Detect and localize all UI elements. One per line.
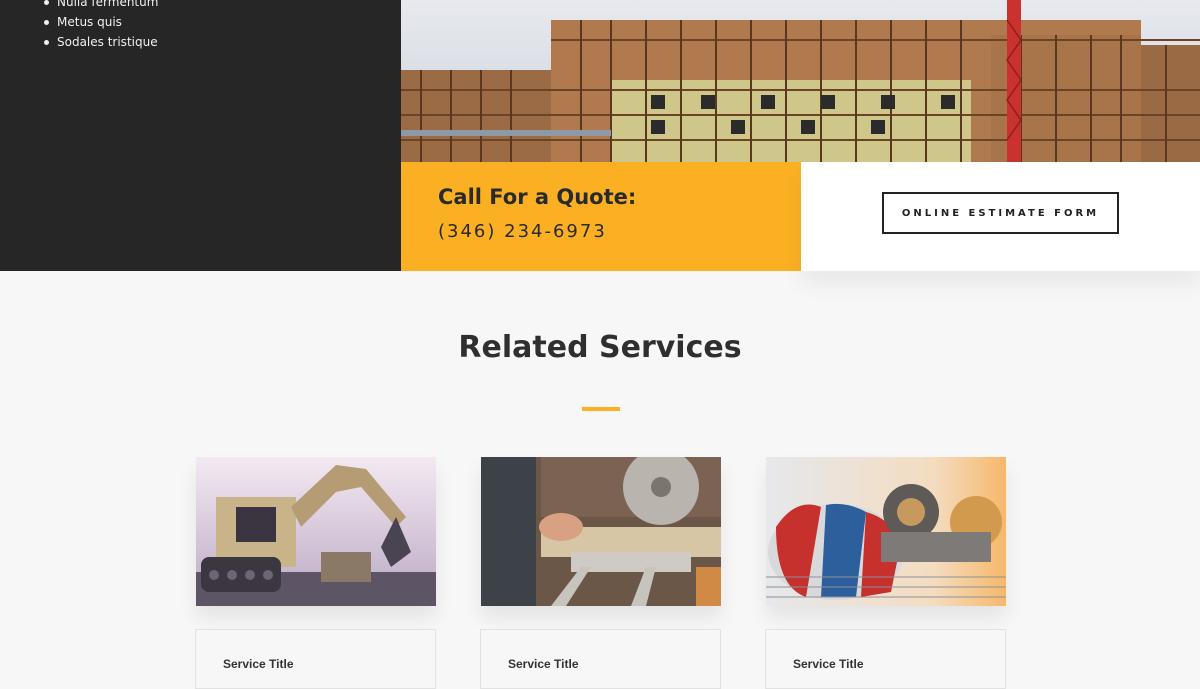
service-card-title[interactable]: Service Title	[508, 657, 579, 671]
service-card-title[interactable]: Service Title	[223, 657, 294, 671]
phone-number[interactable]: (346) 234-6973	[438, 221, 607, 242]
service-card[interactable]: Service Title	[765, 629, 1006, 689]
feature-list: Nulla fermentum Metus quis Sodales trist…	[40, 0, 158, 52]
hero-section: Nulla fermentum Metus quis Sodales trist…	[0, 0, 1200, 271]
online-estimate-form-button[interactable]: ONLINE ESTIMATE FORM	[882, 192, 1119, 234]
service-card[interactable]: Service Title	[195, 629, 436, 689]
heading-accent-divider	[582, 407, 620, 411]
feature-list-item: Metus quis	[40, 12, 158, 32]
service-card-title[interactable]: Service Title	[793, 657, 864, 671]
feature-list-item: Nulla fermentum	[40, 0, 158, 12]
excavator-image[interactable]	[196, 457, 436, 606]
related-services-heading: Related Services	[458, 330, 742, 365]
estimate-box: ONLINE ESTIMATE FORM	[801, 162, 1200, 271]
construction-site-photo	[401, 0, 1200, 162]
feature-list-item: Sodales tristique	[40, 32, 158, 52]
quote-heading: Call For a Quote:	[438, 185, 637, 209]
call-for-quote-box: Call For a Quote: (346) 234-6973	[401, 162, 801, 271]
service-card[interactable]: Service Title	[480, 629, 721, 689]
service-details-panel: Nulla fermentum Metus quis Sodales trist…	[0, 0, 401, 271]
saw-image[interactable]	[481, 457, 721, 606]
cement-mixer-image[interactable]	[766, 457, 1006, 606]
